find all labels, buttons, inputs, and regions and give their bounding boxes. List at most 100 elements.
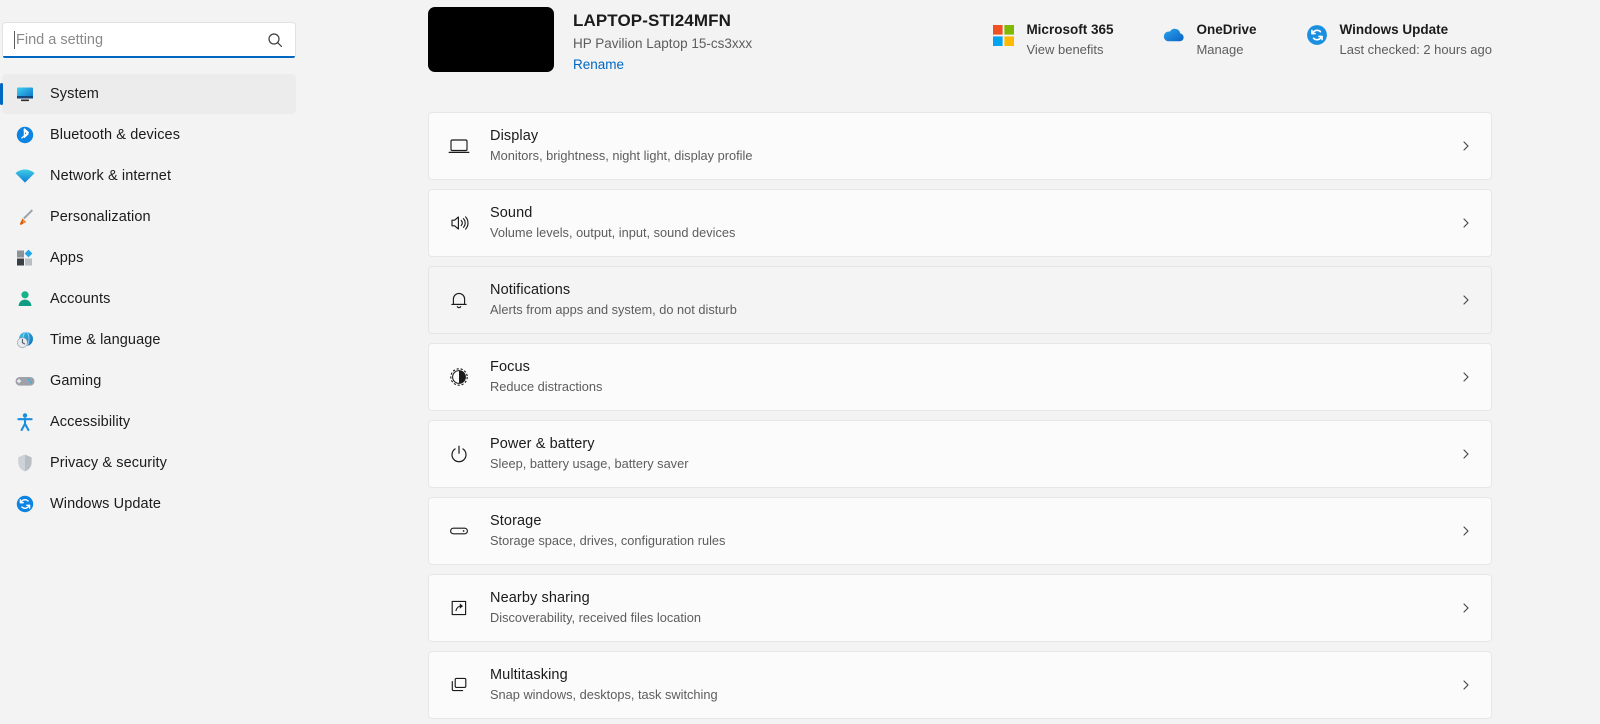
setting-description: Discoverability, received files location: [490, 610, 701, 625]
text-caret: [14, 31, 15, 49]
apps-icon: [14, 247, 36, 269]
search-input[interactable]: [3, 23, 295, 56]
setting-text: Sound Volume levels, output, input, soun…: [490, 204, 735, 242]
chevron-right-icon[interactable]: [1459, 370, 1473, 384]
sidebar-item-label: Time & language: [50, 332, 161, 348]
sidebar-item-apps[interactable]: Apps: [2, 238, 296, 278]
chevron-right-icon[interactable]: [1459, 601, 1473, 615]
sidebar-item-label: Network & internet: [50, 168, 172, 184]
wifi-icon: [14, 165, 36, 187]
setting-row-focus[interactable]: Focus Reduce distractions: [428, 343, 1492, 411]
sidebar-item-label: Accounts: [50, 291, 111, 307]
status-card-microsoft-365[interactable]: Microsoft 365 View benefits: [985, 18, 1119, 62]
setting-title: Sound: [490, 205, 533, 221]
status-cards: Microsoft 365 View benefits OneDrive Man…: [985, 18, 1498, 62]
person-icon: [14, 288, 36, 310]
device-header: LAPTOP-STI24MFN HP Pavilion Laptop 15-cs…: [310, 0, 1600, 100]
setting-text: Display Monitors, brightness, night ligh…: [490, 127, 752, 165]
status-card-text: Microsoft 365 View benefits: [1026, 21, 1113, 59]
setting-row-sound[interactable]: Sound Volume levels, output, input, soun…: [428, 189, 1492, 257]
sidebar-item-label: Windows Update: [50, 496, 162, 512]
setting-row-nearby-sharing[interactable]: Nearby sharing Discoverability, received…: [428, 574, 1492, 642]
bell-icon: [446, 287, 472, 313]
device-model: HP Pavilion Laptop 15-cs3xxx: [573, 36, 753, 51]
chevron-right-icon[interactable]: [1459, 524, 1473, 538]
status-card-onedrive[interactable]: OneDrive Manage: [1155, 18, 1262, 62]
sidebar-item-label: Personalization: [50, 209, 151, 225]
monitor-outline-icon: [446, 133, 472, 159]
shield-icon: [14, 452, 36, 474]
paintbrush-icon: [14, 206, 36, 228]
sidebar-item-windows-update[interactable]: Windows Update: [2, 484, 296, 524]
device-name: LAPTOP-STI24MFN: [573, 11, 731, 30]
sidebar-item-time-language[interactable]: Time & language: [2, 320, 296, 360]
status-card-subtitle: View benefits: [1026, 42, 1104, 57]
bluetooth-icon: [14, 124, 36, 146]
sidebar: System Bluetooth & devices: [0, 0, 310, 724]
sidebar-item-personalization[interactable]: Personalization: [2, 197, 296, 237]
setting-description: Alerts from apps and system, do not dist…: [490, 302, 737, 317]
search-box[interactable]: [2, 22, 296, 58]
status-card-title: Windows Update: [1339, 22, 1449, 37]
chevron-right-icon[interactable]: [1459, 293, 1473, 307]
settings-window: System Bluetooth & devices: [0, 0, 1600, 724]
status-card-text: OneDrive Manage: [1196, 21, 1256, 59]
setting-text: Power & battery Sleep, battery usage, ba…: [490, 435, 688, 473]
setting-text: Notifications Alerts from apps and syste…: [490, 281, 737, 319]
setting-description: Sleep, battery usage, battery saver: [490, 456, 689, 471]
main-content: LAPTOP-STI24MFN HP Pavilion Laptop 15-cs…: [310, 0, 1600, 724]
chevron-right-icon[interactable]: [1459, 447, 1473, 461]
sidebar-item-bluetooth-devices[interactable]: Bluetooth & devices: [2, 115, 296, 155]
monitor-icon: [14, 83, 36, 105]
status-card-windows-update[interactable]: Windows Update Last checked: 2 hours ago: [1299, 18, 1499, 62]
sidebar-item-system[interactable]: System: [0, 74, 296, 114]
chevron-right-icon[interactable]: [1459, 216, 1473, 230]
sidebar-item-accessibility[interactable]: Accessibility: [2, 402, 296, 442]
chevron-right-icon[interactable]: [1459, 678, 1473, 692]
setting-description: Storage space, drives, configuration rul…: [490, 533, 726, 548]
setting-row-display[interactable]: Display Monitors, brightness, night ligh…: [428, 112, 1492, 180]
accessibility-icon: [14, 411, 36, 433]
sidebar-item-label: Accessibility: [50, 414, 131, 430]
setting-row-notifications[interactable]: Notifications Alerts from apps and syste…: [428, 266, 1492, 334]
search-icon[interactable]: [267, 32, 283, 48]
power-icon: [446, 441, 472, 467]
setting-row-multitasking[interactable]: Multitasking Snap windows, desktops, tas…: [428, 651, 1492, 719]
setting-text: Focus Reduce distractions: [490, 358, 602, 396]
sidebar-item-label: Apps: [50, 250, 84, 266]
chevron-right-icon[interactable]: [1459, 139, 1473, 153]
setting-text: Storage Storage space, drives, configura…: [490, 512, 725, 550]
nearby-sharing-icon: [446, 595, 472, 621]
setting-description: Monitors, brightness, night light, displ…: [490, 148, 753, 163]
onedrive-cloud-icon: [1161, 23, 1185, 47]
setting-text: Multitasking Snap windows, desktops, tas…: [490, 666, 718, 704]
setting-title: Multitasking: [490, 667, 568, 683]
focus-icon: [446, 364, 472, 390]
sync-icon: [1305, 23, 1329, 47]
sidebar-item-label: Privacy & security: [50, 455, 168, 471]
status-card-subtitle: Last checked: 2 hours ago: [1339, 42, 1493, 57]
setting-title: Display: [490, 128, 539, 144]
sidebar-item-network-internet[interactable]: Network & internet: [2, 156, 296, 196]
sidebar-item-label: Bluetooth & devices: [50, 127, 181, 143]
multitasking-icon: [446, 672, 472, 698]
settings-list: Display Monitors, brightness, night ligh…: [428, 100, 1492, 719]
storage-icon: [446, 518, 472, 544]
sidebar-item-privacy-security[interactable]: Privacy & security: [2, 443, 296, 483]
setting-title: Storage: [490, 513, 542, 529]
sidebar-item-accounts[interactable]: Accounts: [2, 279, 296, 319]
rename-link[interactable]: Rename: [573, 55, 624, 75]
sidebar-item-gaming[interactable]: Gaming: [2, 361, 296, 401]
setting-row-storage[interactable]: Storage Storage space, drives, configura…: [428, 497, 1492, 565]
setting-row-power-battery[interactable]: Power & battery Sleep, battery usage, ba…: [428, 420, 1492, 488]
setting-title: Nearby sharing: [490, 590, 590, 606]
speaker-icon: [446, 210, 472, 236]
sidebar-item-label: System: [50, 86, 99, 102]
sidebar-item-label: Gaming: [50, 373, 102, 389]
search-focus-underline: [3, 56, 295, 58]
setting-title: Focus: [490, 359, 530, 375]
setting-title: Power & battery: [490, 436, 595, 452]
microsoft-logo-icon: [991, 23, 1015, 47]
gamepad-icon: [14, 370, 36, 392]
clock-globe-icon: [14, 329, 36, 351]
